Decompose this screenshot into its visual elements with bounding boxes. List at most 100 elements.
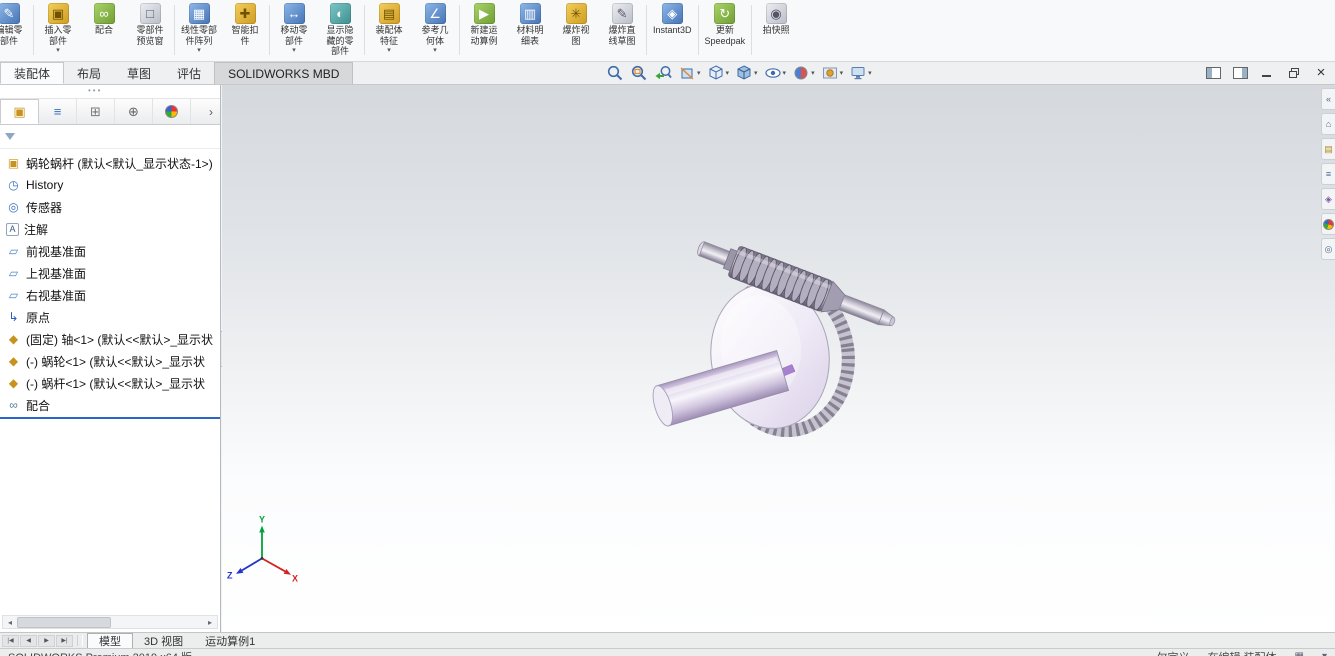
panel-horizontal-scrollbar[interactable]: ◂ ▸ [2, 615, 218, 629]
ribbon-button-component-preview-window[interactable]: □ 零部件 预览窗 [127, 2, 173, 47]
previous-view-button[interactable] [652, 63, 674, 83]
nav-previous-tab-button[interactable]: ◀ [20, 634, 37, 647]
tab-dimxpertmanager[interactable]: ⊕ [115, 99, 153, 124]
ribbon-button-move-component[interactable]: ↔ 移动零 部件 ▾ [271, 2, 317, 55]
task-pane-design-library-button[interactable]: ▤ [1321, 138, 1335, 160]
chevron-down-icon: ▾ [387, 47, 391, 54]
folder-icon: ≡ [1325, 169, 1332, 179]
tree-item-front-plane[interactable]: ▱ 前视基准面 [0, 240, 220, 262]
tab-3d-views[interactable]: 3D 视图 [133, 633, 194, 648]
hide-show-items-button[interactable]: ▾ [762, 63, 789, 83]
nav-first-tab-button[interactable]: |◀ [2, 634, 19, 647]
tree-item-mates[interactable]: ∞ 配合 [0, 394, 220, 416]
chevron-down-icon: ▾ [868, 70, 872, 77]
tab-configurationmanager[interactable]: ⊞ [77, 99, 115, 124]
scrollbar-track[interactable] [17, 616, 203, 628]
pane-left-icon [1205, 67, 1221, 79]
tree-item-origin[interactable]: ↳ 原点 [0, 306, 220, 328]
ribbon-button-show-hidden-components[interactable]: ◐ 显示隐 藏的零 部件 [317, 2, 363, 58]
section-view-button[interactable]: ▾ [676, 63, 703, 83]
ribbon-button-mate[interactable]: ∞ 配合 [81, 2, 127, 37]
3d-viewport[interactable]: Y X Z « ⌂ ▤ ≡ ◈ ◎ [222, 85, 1335, 632]
ribbon-button-insert-component[interactable]: ▣ 插入零 部件 ▾ [35, 2, 81, 55]
tab-featuremanager[interactable]: ▣ [0, 99, 39, 124]
ribbon-button-edit-component[interactable]: ✎ 编辑零 部件 [0, 2, 32, 47]
ribbon-button-exploded-view[interactable]: ✳ 爆炸视 图 [553, 2, 599, 47]
view-settings-button[interactable]: ▾ [847, 63, 874, 83]
scroll-left-icon[interactable]: ◂ [3, 618, 17, 627]
ribbon-button-new-motion-study[interactable]: ▶ 新建运 动算例 [461, 2, 507, 47]
tree-item-right-plane[interactable]: ▱ 右视基准面 [0, 284, 220, 306]
zoom-to-area-button[interactable] [628, 63, 650, 83]
ribbon-button-bill-of-materials[interactable]: ▥ 材料明 细表 [507, 2, 553, 47]
panel-grip[interactable]: ••• [0, 85, 220, 98]
panel-expand-arrow[interactable]: › [202, 99, 220, 124]
ribbon-button-label: 线性零部 件阵列 [181, 25, 218, 46]
minimize-button[interactable] [1257, 64, 1277, 82]
featuremanager-icon: ▣ [13, 103, 26, 119]
task-pane-appearances-button[interactable] [1321, 213, 1335, 235]
zoom-to-fit-button[interactable] [604, 63, 626, 83]
status-dropdown-icon[interactable]: ▾ [1322, 651, 1327, 656]
close-button[interactable]: × [1311, 64, 1331, 82]
annotations-icon: A [6, 222, 19, 236]
tab-splitter[interactable] [77, 635, 83, 646]
task-pane-resources-button[interactable]: ⌂ [1321, 113, 1335, 135]
ribbon-button-explode-line-sketch[interactable]: ✎ 爆炸直 线草图 [599, 2, 645, 47]
ribbon-button-update-speedpak[interactable]: ↻ 更新 Speedpak [700, 2, 751, 47]
ribbon-button-take-snapshot[interactable]: ◉ 拍快照 [753, 2, 799, 37]
tab-evaluate[interactable]: 评估 [164, 62, 214, 84]
tab-assembly[interactable]: 装配体 [0, 62, 65, 84]
view-orientation-button[interactable]: ▾ [705, 63, 732, 83]
ribbon-button-label: 显示隐 藏的零 部件 [326, 25, 354, 56]
tab-motion-study-1[interactable]: 运动算例1 [194, 633, 266, 648]
scroll-right-icon[interactable]: ▸ [203, 618, 217, 627]
display-style-button[interactable]: ▾ [733, 63, 760, 83]
task-pane-collapse-button[interactable]: « [1321, 88, 1335, 110]
chevron-down-icon: ▾ [433, 47, 437, 54]
ribbon-button-instant3d[interactable]: ◈ Instant3D [648, 2, 697, 37]
collapse-panel-right-button[interactable] [1230, 64, 1250, 82]
take-snapshot-icon: ◉ [765, 3, 787, 24]
tree-item-part-axis[interactable]: ◆ (固定) 轴<1> (默认<<默认>_显示状 [0, 328, 220, 350]
tree-item-assembly-root[interactable]: ▣ 蜗轮蜗杆 (默认<默认_显示状态-1>) [0, 152, 220, 174]
update-speedpak-icon: ↻ [714, 3, 736, 24]
ribbon-button-assembly-features[interactable]: ▤ 装配体 特征 ▾ [366, 2, 412, 55]
nav-last-tab-button[interactable]: ▶| [56, 634, 73, 647]
tab-displaymanager[interactable] [153, 99, 191, 124]
scrollbar-thumb[interactable] [17, 617, 111, 628]
feature-filter-input[interactable] [20, 127, 215, 146]
task-pane-file-explorer-button[interactable]: ≡ [1321, 163, 1335, 185]
tree-item-part-worm-wheel[interactable]: ◆ (-) 蜗轮<1> (默认<<默认>_显示状 [0, 350, 220, 372]
restore-button[interactable] [1284, 64, 1304, 82]
origin-icon: ↳ [8, 310, 19, 324]
ribbon-button-label: 编辑零 部件 [0, 25, 23, 46]
ribbon-button-label: 配合 [94, 25, 113, 35]
tree-item-annotations[interactable]: A 注解 [0, 218, 220, 240]
tree-item-sensors[interactable]: ◎ 传感器 [0, 196, 220, 218]
grip-dots-icon: ••• [88, 86, 103, 95]
edit-appearance-button[interactable]: ▾ [790, 63, 817, 83]
ribbon-separator [174, 5, 175, 55]
tab-sketch[interactable]: 草图 [114, 62, 164, 84]
ribbon-button-label: 移动零 部件 [280, 25, 308, 46]
feature-tree: ▣ 蜗轮蜗杆 (默认<默认_显示状态-1>) ◷ History ◎ 传感器 A… [0, 149, 220, 419]
ribbon-button-reference-geometry[interactable]: ∠ 参考几 何体 ▾ [412, 2, 458, 55]
status-grid-icon[interactable]: ▦ [1295, 651, 1304, 656]
collapse-panel-left-button[interactable] [1203, 64, 1223, 82]
apply-scene-button[interactable]: ▾ [819, 63, 846, 83]
tab-model[interactable]: 模型 [87, 633, 133, 648]
ribbon-button-smart-fasteners[interactable]: ✚ 智能扣 件 [222, 2, 268, 47]
tab-layout[interactable]: 布局 [64, 62, 114, 84]
nav-next-tab-button[interactable]: ▶ [38, 634, 55, 647]
task-pane-custom-properties-button[interactable]: ◎ [1321, 238, 1335, 260]
tab-propertymanager[interactable]: ≡ [39, 99, 77, 124]
tab-solidworks-mbd[interactable]: SOLIDWORKS MBD [214, 62, 354, 84]
restore-icon [1288, 68, 1299, 78]
tree-rollback-bar[interactable] [0, 417, 220, 419]
task-pane-view-palette-button[interactable]: ◈ [1321, 188, 1335, 210]
ribbon-button-linear-component-pattern[interactable]: ▦ 线性零部 件阵列 ▾ [176, 2, 222, 55]
tree-item-part-worm[interactable]: ◆ (-) 蜗杆<1> (默认<<默认>_显示状 [0, 372, 220, 394]
tree-item-history[interactable]: ◷ History [0, 174, 220, 196]
tree-item-top-plane[interactable]: ▱ 上视基准面 [0, 262, 220, 284]
